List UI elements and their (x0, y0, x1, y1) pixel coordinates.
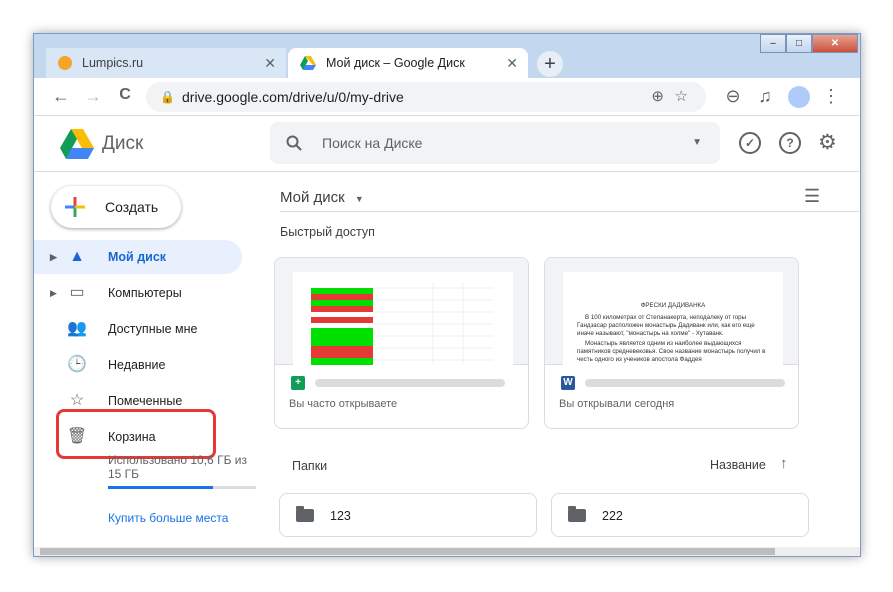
close-tab-icon[interactable]: ✕ (264, 55, 276, 72)
back-icon[interactable]: ← (50, 86, 72, 107)
sort-direction-icon[interactable]: ↑ (780, 455, 788, 472)
word-doc-icon: W (561, 376, 575, 390)
window-controls: – □ ✕ (760, 34, 858, 54)
divider (280, 211, 860, 212)
lumpics-favicon-icon (58, 56, 72, 70)
storage-bar-fill (108, 486, 213, 489)
doc-preview-paragraph: Монастырь является одним из наиболее выд… (577, 340, 766, 363)
breadcrumb-dropdown-icon[interactable]: ▼ (355, 194, 364, 204)
address-bar[interactable]: 🔒 drive.google.com/drive/u/0/my-drive ⊕ … (146, 82, 706, 112)
storage-usage-text: Использовано 10,6 ГБ из 15 ГБ (108, 453, 247, 481)
sheet-page (293, 272, 513, 365)
sidebar-item-label: Недавние (108, 358, 166, 372)
expand-arrow-icon[interactable]: ▶ (50, 240, 57, 274)
quick-access-card-sheet[interactable]: + Вы часто открываете (274, 257, 529, 429)
reload-icon[interactable]: C (114, 86, 136, 104)
sheet-preview (275, 258, 528, 365)
sidebar-item-recent[interactable]: 🕒 Недавние (34, 348, 242, 382)
zoom-in-icon[interactable]: ⊕ (651, 82, 664, 112)
offline-status-icon[interactable]: ✓ (739, 132, 761, 154)
minimize-button[interactable]: – (760, 34, 786, 53)
create-button[interactable]: Создать (51, 186, 181, 228)
browser-window: Lumpics.ru ✕ Мой диск – Google Диск ✕ + … (33, 33, 861, 557)
horizontal-scrollbar[interactable] (34, 547, 860, 556)
card-subtitle: Вы открывали сегодня (559, 398, 675, 410)
sidebar-item-label: Помеченные (108, 394, 183, 408)
tab-google-drive[interactable]: Мой диск – Google Диск ✕ (288, 48, 528, 78)
create-label: Создать (105, 199, 159, 215)
file-name-blurred (315, 379, 505, 387)
search-options-icon[interactable]: ▼ (692, 122, 702, 164)
forward-icon[interactable]: → (82, 86, 104, 107)
tab-label: Мой диск – Google Диск (326, 56, 465, 70)
browser-menu-icon[interactable]: ⋮ (820, 86, 842, 107)
list-view-icon[interactable]: ☰ (804, 186, 820, 207)
settings-gear-icon[interactable]: ⚙ (818, 130, 837, 155)
people-icon: 👥 (67, 320, 87, 337)
doc-preview-paragraph: В 100 километрах от Степанакерта, непода… (577, 314, 755, 337)
expand-arrow-icon[interactable]: ▶ (50, 276, 57, 310)
doc-preview-title: ФРЕСКИ ДАДИВАНКА (640, 302, 706, 309)
media-control-icon[interactable]: ♫ (754, 86, 776, 107)
search-placeholder: Поиск на Диске (322, 135, 423, 151)
my-drive-icon: ▲ (69, 248, 85, 265)
folder-name: 222 (602, 509, 623, 523)
card-subtitle: Вы часто открываете (289, 398, 398, 410)
google-sheets-icon: + (291, 376, 305, 390)
lock-icon[interactable]: 🔒 (160, 82, 175, 112)
doc-preview: ФРЕСКИ ДАДИВАНКА В 100 километрах от Сте… (545, 258, 798, 365)
maximize-button[interactable]: □ (786, 34, 812, 53)
sort-by-name-button[interactable]: Название (710, 458, 766, 472)
folder-name: 123 (330, 509, 351, 523)
scrollbar-thumb[interactable] (40, 548, 775, 555)
zoom-out-icon[interactable]: ⊖ (722, 86, 744, 107)
folder-item[interactable]: 123 (279, 493, 537, 537)
bookmark-star-icon[interactable]: ☆ (675, 82, 688, 112)
sidebar-item-label: Компьютеры (108, 286, 182, 300)
sidebar-item-my-drive[interactable]: ▶ ▲ Мой диск (34, 240, 242, 274)
trash-highlight-frame (56, 409, 216, 459)
folders-title: Папки (292, 459, 328, 473)
search-icon[interactable] (286, 122, 302, 168)
quick-access-title: Быстрый доступ (280, 225, 375, 239)
drive-header: Диск Поиск на Диске ▼ ✓ ? ⚙ (34, 116, 860, 172)
drive-logo-icon[interactable] (60, 129, 94, 159)
plus-icon (65, 197, 85, 217)
breadcrumb-my-drive[interactable]: Мой диск (280, 189, 345, 206)
profile-avatar[interactable] (788, 86, 810, 108)
title-bar: Lumpics.ru ✕ Мой диск – Google Диск ✕ + … (34, 34, 860, 78)
sidebar-item-label: Мой диск (108, 250, 167, 264)
folder-item[interactable]: 222 (551, 493, 809, 537)
breadcrumb[interactable]: Мой диск ▼ (280, 189, 364, 206)
drive-favicon-icon (300, 56, 316, 70)
url-text: drive.google.com/drive/u/0/my-drive (182, 89, 404, 105)
drive-logo-text[interactable]: Диск (102, 133, 143, 155)
sidebar-item-computers[interactable]: ▶ ▭ Компьютеры (34, 276, 242, 310)
computer-icon: ▭ (69, 284, 85, 301)
sidebar-item-label: Доступные мне (108, 322, 198, 336)
help-icon[interactable]: ? (779, 132, 801, 154)
tab-lumpics[interactable]: Lumpics.ru ✕ (46, 48, 286, 78)
sidebar-item-shared[interactable]: 👥 Доступные мне (34, 312, 242, 346)
folder-icon (568, 506, 586, 522)
close-window-button[interactable]: ✕ (812, 34, 858, 53)
file-name-blurred (585, 379, 785, 387)
clock-icon: 🕒 (67, 356, 87, 373)
tab-label: Lumpics.ru (82, 56, 144, 70)
new-tab-button[interactable]: + (537, 51, 563, 77)
quick-access-card-doc[interactable]: ФРЕСКИ ДАДИВАНКА В 100 километрах от Сте… (544, 257, 799, 429)
search-input[interactable]: Поиск на Диске ▼ (270, 122, 720, 164)
spreadsheet-thumbnail-icon (311, 282, 493, 365)
buy-storage-link[interactable]: Купить больше места (108, 511, 228, 525)
close-tab-icon[interactable]: ✕ (506, 55, 518, 72)
storage-bar (108, 486, 256, 489)
folder-icon (296, 506, 314, 522)
browser-toolbar: ← → C 🔒 drive.google.com/drive/u/0/my-dr… (34, 78, 860, 116)
doc-page: ФРЕСКИ ДАДИВАНКА В 100 километрах от Сте… (563, 272, 783, 365)
